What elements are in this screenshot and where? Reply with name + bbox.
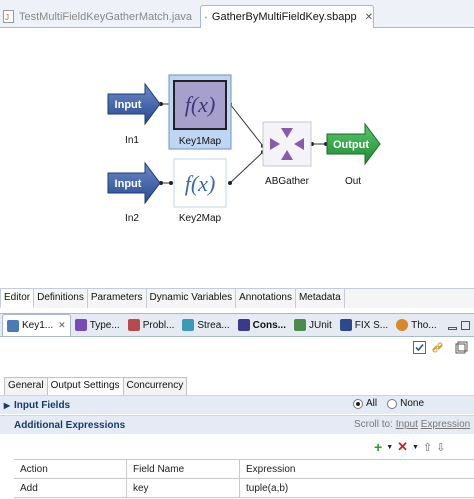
node-label-key2map: Key2Map	[178, 213, 222, 224]
tab-concurrency[interactable]: Concurrency	[122, 377, 188, 395]
radio-none[interactable]: None	[387, 398, 424, 409]
scroll-link-input[interactable]: Input	[396, 419, 418, 430]
restore-icon[interactable]	[455, 341, 468, 354]
view-tab-key1map[interactable]: Key1... ✕	[2, 314, 71, 336]
svg-text:f(x): f(x)	[185, 92, 216, 117]
java-file-icon: J	[3, 10, 14, 23]
editor-tab-java[interactable]: J TestMultiFieldKeyGatherMatch.java	[3, 5, 192, 28]
sbapp-file-icon	[205, 15, 207, 19]
type-icon	[74, 319, 87, 331]
properties-sub-tabs: General Output Settings Concurrency	[4, 377, 188, 395]
editor-tab-sbapp[interactable]: GatherByMultiFieldKey.sbapp ✕	[200, 5, 374, 28]
scroll-link-expression[interactable]: Expression	[421, 419, 470, 430]
editor-tab-label: GatherByMultiFieldKey.sbapp	[211, 11, 357, 23]
radio-dot	[352, 398, 363, 409]
close-icon[interactable]: ✕	[365, 12, 373, 23]
view-tab-label: Probl...	[142, 319, 175, 331]
input-fields-radio-group: All None	[352, 398, 424, 409]
view-tab-stream[interactable]: Strea...	[178, 314, 233, 336]
dropdown-arrow-icon[interactable]: ▼	[412, 444, 419, 451]
output-node-out[interactable]: Output	[326, 122, 381, 166]
svg-text:Output: Output	[333, 139, 369, 151]
view-tab-type[interactable]: Type...	[71, 314, 124, 336]
tab-editor[interactable]: Editor	[0, 289, 35, 308]
view-tab-label: Strea...	[197, 319, 230, 331]
radio-label: None	[400, 398, 424, 409]
view-tab-label: Cons...	[252, 319, 286, 331]
view-tab-bar: Key1... ✕ Type... Probl... Strea... Cons…	[0, 313, 474, 337]
table-header-row: Action Field Name Expression	[14, 460, 474, 479]
column-header-expression[interactable]: Expression	[240, 460, 474, 478]
tab-definitions[interactable]: Definitions	[34, 289, 88, 308]
close-icon[interactable]: ✕	[58, 320, 66, 331]
column-header-action[interactable]: Action	[14, 460, 127, 478]
fix-icon	[339, 319, 352, 331]
node-label-out: Out	[344, 176, 362, 187]
svg-text:f(x): f(x)	[185, 171, 216, 196]
view-window-controls	[448, 320, 474, 330]
junit-icon	[293, 319, 306, 331]
move-down-icon[interactable]: ⇩	[436, 441, 445, 454]
minimize-icon[interactable]	[448, 326, 457, 330]
tab-parameters[interactable]: Parameters	[88, 289, 147, 308]
view-tab-label: FIX S...	[354, 319, 389, 331]
flow-diagram: Input Input f(x) f(x) Output	[107, 74, 381, 208]
input-node-in1[interactable]: Input	[107, 82, 161, 126]
node-label-key1map: Key1Map	[178, 136, 222, 147]
view-tab-fix[interactable]: FIX S...	[336, 314, 392, 336]
radio-dot	[387, 398, 398, 409]
section-title: Additional Expressions	[14, 419, 126, 431]
table-toolbar: + ▼ ✕ ▼ ⇧ ⇩	[374, 439, 445, 455]
view-tab-console[interactable]: Cons...	[234, 314, 290, 336]
editor-page-tabs: Editor Definitions Parameters Dynamic Va…	[0, 288, 474, 308]
cell-field-name[interactable]: key	[127, 479, 240, 497]
tab-output-settings[interactable]: Output Settings	[46, 377, 124, 395]
scroll-to-label: Scroll to:	[354, 419, 393, 430]
gather-node-abgather[interactable]	[262, 121, 312, 167]
radio-all[interactable]: All	[352, 398, 378, 409]
stream-icon	[182, 319, 195, 331]
map-icon	[7, 319, 19, 332]
expand-arrow-icon[interactable]: ▶	[0, 401, 14, 410]
add-row-icon[interactable]: +	[374, 439, 382, 455]
section-title: Input Fields	[14, 399, 71, 411]
console-icon	[237, 319, 250, 331]
view-tab-label: Tho...	[411, 319, 437, 331]
table-row[interactable]: Add key tuple(a,b)	[14, 479, 474, 498]
map-node-key2map[interactable]: f(x)	[173, 158, 227, 208]
expressions-table: Action Field Name Expression Add key tup…	[14, 459, 474, 498]
eventflow-canvas[interactable]: Input Input f(x) f(x) Output In1 Key1Map…	[0, 28, 474, 288]
dropdown-arrow-icon[interactable]: ▼	[386, 444, 393, 451]
svg-text:Input: Input	[115, 99, 142, 111]
link-sync-icon[interactable]	[431, 341, 444, 354]
editor-tab-bar: J TestMultiFieldKeyGatherMatch.java Gath…	[0, 0, 474, 28]
tab-annotations[interactable]: Annotations	[236, 289, 296, 308]
problems-icon	[127, 319, 140, 331]
svg-text:Input: Input	[115, 178, 142, 190]
thread-icon	[396, 319, 409, 331]
tab-dynamic-variables[interactable]: Dynamic Variables	[147, 289, 237, 308]
input-node-in2[interactable]: Input	[107, 161, 161, 205]
svg-text:J: J	[5, 13, 9, 22]
view-tab-problems[interactable]: Probl...	[124, 314, 179, 336]
view-tab-label: Key1...	[22, 320, 54, 331]
tab-general[interactable]: General	[4, 377, 48, 395]
column-header-field-name[interactable]: Field Name	[127, 460, 240, 478]
view-tab-thread[interactable]: Tho...	[392, 314, 441, 336]
view-tab-label: JUnit	[308, 319, 332, 331]
remove-row-icon[interactable]: ✕	[397, 439, 408, 455]
cell-expression[interactable]: tuple(a,b)	[240, 479, 474, 497]
editor-tab-label: TestMultiFieldKeyGatherMatch.java	[19, 10, 193, 23]
view-tab-junit[interactable]: JUnit	[290, 314, 336, 336]
scroll-to-links: Scroll to: Input Expression	[354, 419, 470, 430]
move-up-icon[interactable]: ⇧	[423, 441, 432, 454]
cell-action[interactable]: Add	[14, 479, 127, 497]
checkbox-icon[interactable]	[413, 341, 426, 354]
properties-toolbar	[0, 337, 474, 359]
radio-label: All	[365, 398, 378, 409]
section-input-fields[interactable]: ▶ Input Fields All None	[0, 395, 474, 414]
view-tab-label: Type...	[89, 319, 120, 331]
tab-metadata[interactable]: Metadata	[296, 289, 345, 308]
maximize-icon[interactable]	[461, 320, 470, 330]
